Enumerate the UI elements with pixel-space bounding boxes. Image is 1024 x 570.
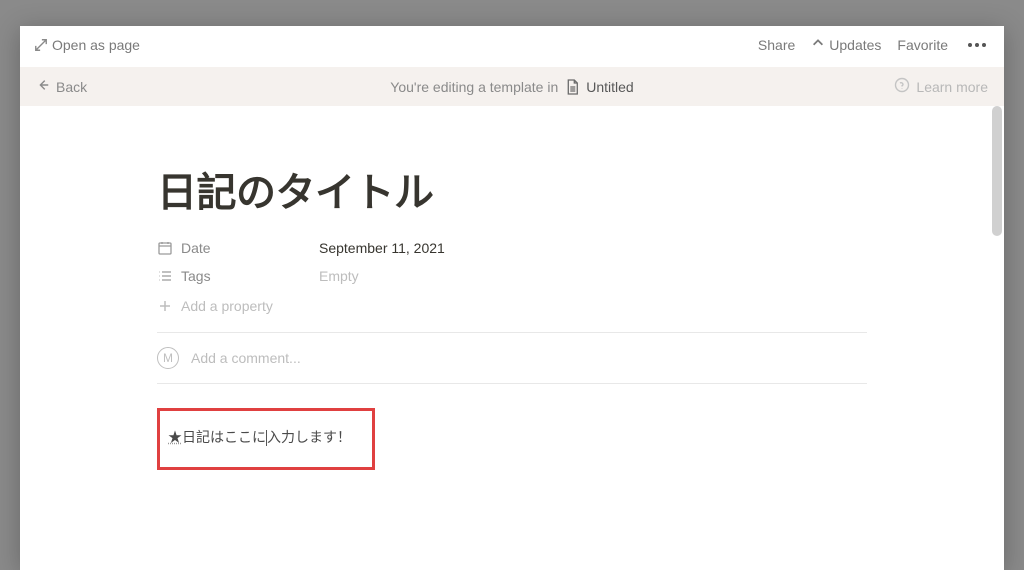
arrow-left-icon xyxy=(36,78,50,95)
chevron-down-icon xyxy=(811,36,825,53)
page-modal: Open as page Share Updates Favorite xyxy=(20,26,1004,570)
open-as-page-button[interactable]: Open as page xyxy=(34,37,140,53)
back-label: Back xyxy=(56,79,87,95)
property-label-date: Date xyxy=(181,240,211,256)
favorite-label: Favorite xyxy=(897,37,948,53)
content-text[interactable]: ★日記はここに入力します！ xyxy=(168,429,351,445)
scrollbar[interactable] xyxy=(992,106,1002,560)
updates-label: Updates xyxy=(829,37,881,53)
page-icon xyxy=(564,79,580,95)
topbar: Open as page Share Updates Favorite xyxy=(20,26,1004,67)
annotation-highlight: ★日記はここに入力します！ xyxy=(157,408,375,470)
template-info: You're editing a template in Untitled xyxy=(390,79,633,95)
back-button[interactable]: Back xyxy=(36,78,87,95)
share-button[interactable]: Share xyxy=(758,37,795,53)
add-property-button[interactable]: Add a property xyxy=(157,296,867,314)
updates-button[interactable]: Updates xyxy=(811,36,881,53)
open-as-page-label: Open as page xyxy=(52,37,140,53)
property-value-tags[interactable]: Empty xyxy=(319,268,359,284)
more-menu-button[interactable] xyxy=(964,43,990,47)
comment-placeholder: Add a comment... xyxy=(191,350,301,366)
learn-more-link[interactable]: Learn more xyxy=(894,77,988,96)
scrollbar-thumb[interactable] xyxy=(992,106,1002,236)
share-label: Share xyxy=(758,37,795,53)
favorite-button[interactable]: Favorite xyxy=(897,37,948,53)
help-icon xyxy=(894,77,910,96)
learn-more-label: Learn more xyxy=(916,79,988,95)
divider xyxy=(157,383,867,384)
divider xyxy=(157,332,867,333)
avatar: M xyxy=(157,347,179,369)
template-name[interactable]: Untitled xyxy=(586,79,633,95)
list-icon xyxy=(157,268,173,284)
avatar-initial: M xyxy=(163,351,173,365)
add-property-label: Add a property xyxy=(181,298,273,314)
property-value-date[interactable]: September 11, 2021 xyxy=(319,240,445,256)
properties-section: Date September 11, 2021 Tags Empty xyxy=(157,240,867,314)
expand-icon xyxy=(34,38,48,52)
property-label-tags: Tags xyxy=(181,268,211,284)
plus-icon xyxy=(157,298,173,314)
property-row-date[interactable]: Date September 11, 2021 xyxy=(157,240,867,256)
calendar-icon xyxy=(157,240,173,256)
page-title[interactable]: 日記のタイトル xyxy=(157,160,867,218)
template-banner: Back You're editing a template in Untitl… xyxy=(20,67,1004,106)
property-row-tags[interactable]: Tags Empty xyxy=(157,268,867,284)
page-content: 日記のタイトル Date September 11, 2021 xyxy=(157,106,867,510)
add-comment-row[interactable]: M Add a comment... xyxy=(157,347,867,369)
star-char: ★ xyxy=(168,429,182,445)
template-editing-text: You're editing a template in xyxy=(390,79,558,95)
